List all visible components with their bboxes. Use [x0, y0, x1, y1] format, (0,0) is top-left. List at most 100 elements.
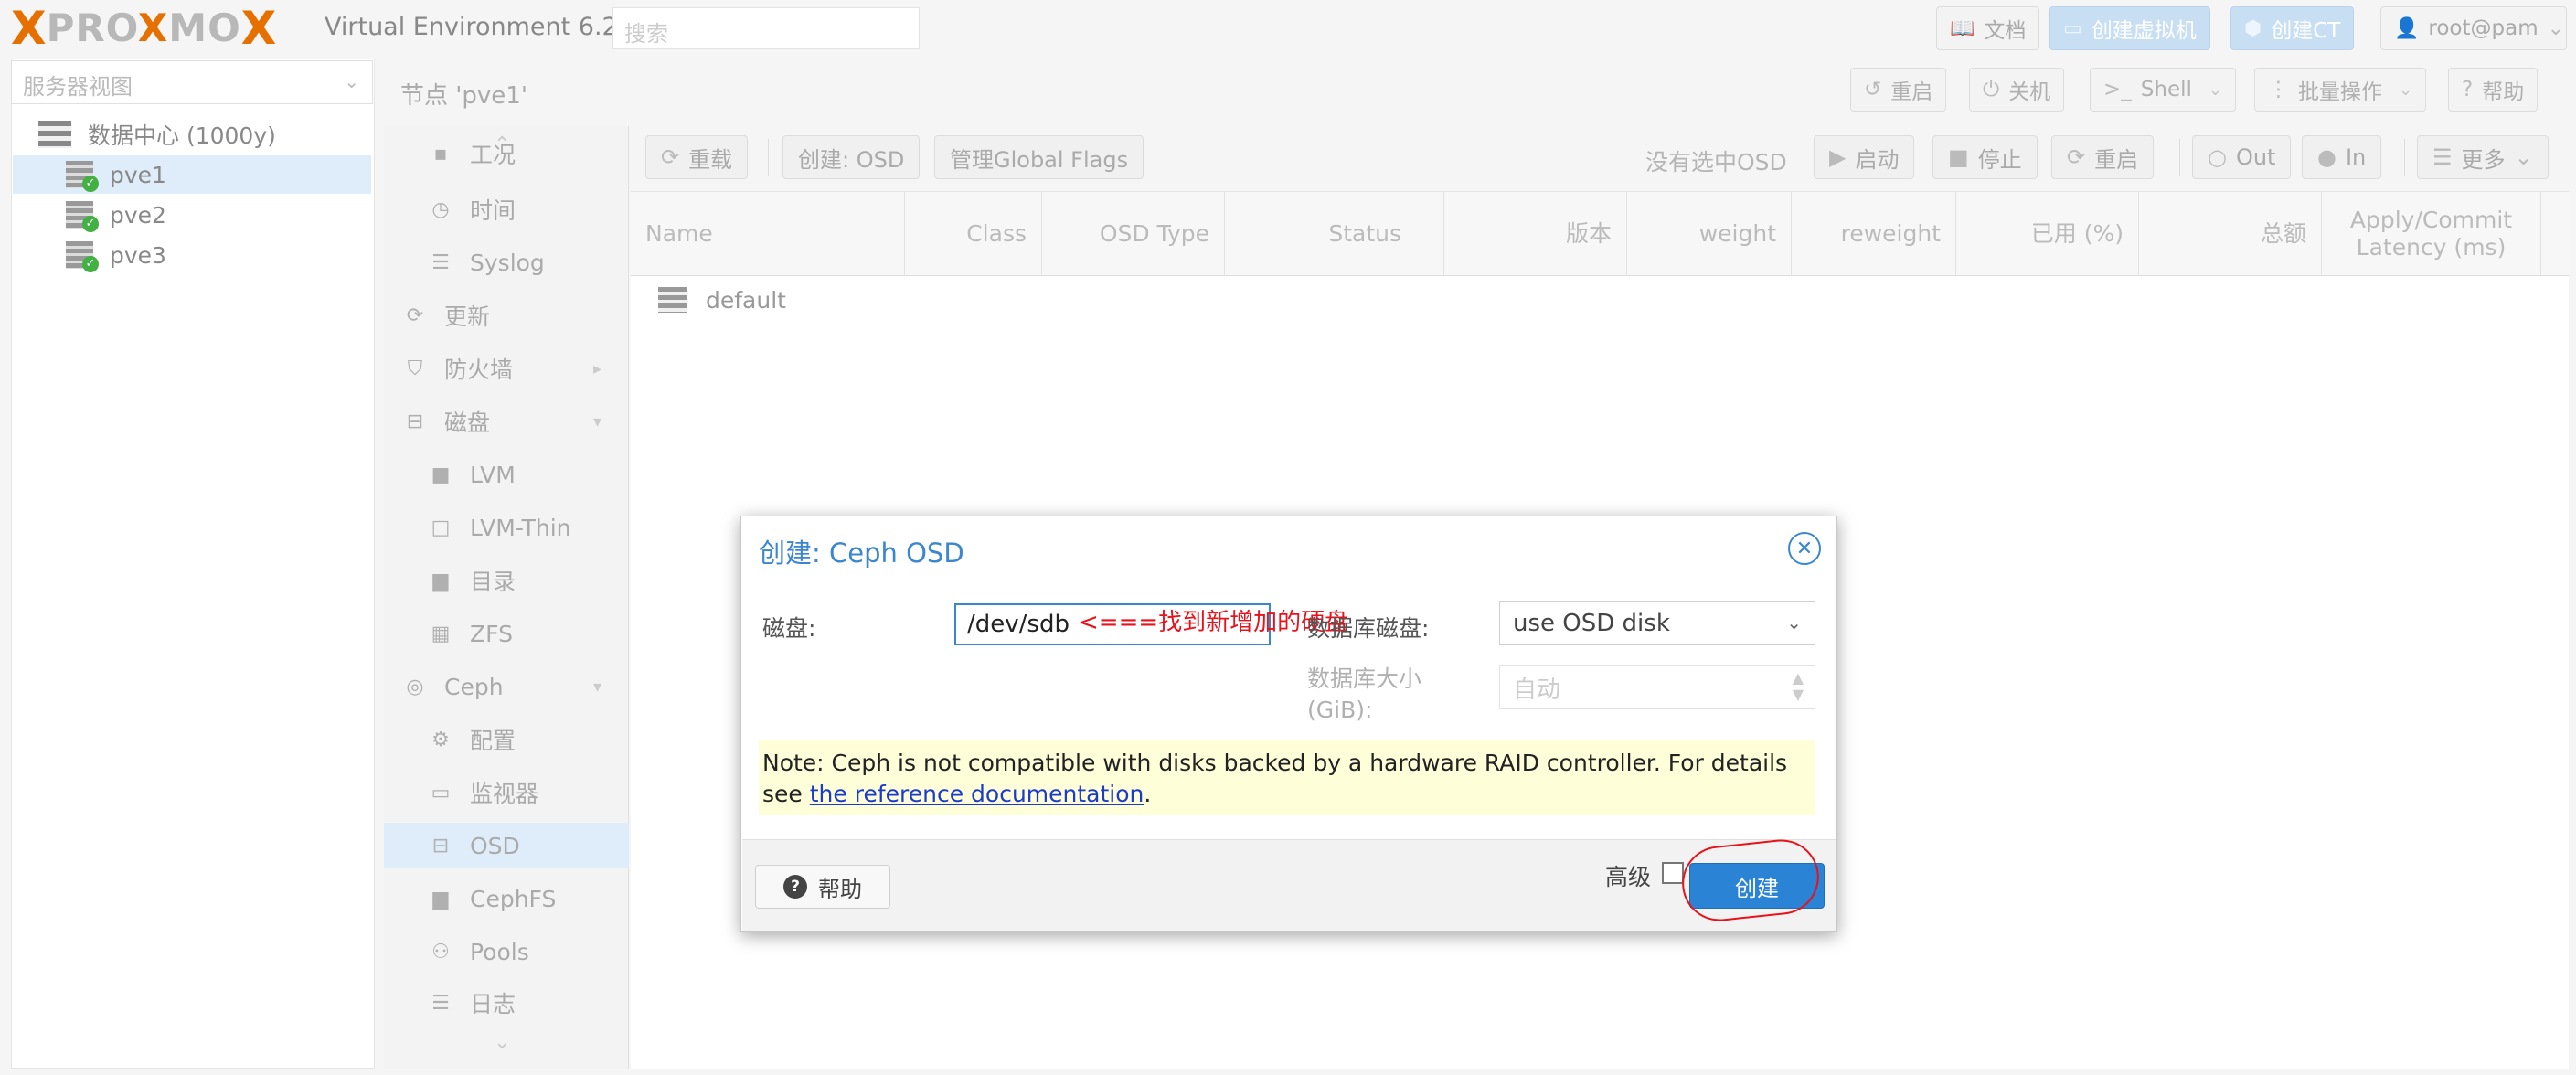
hdd-icon: ⊟: [406, 410, 424, 433]
nav-item-syslog[interactable]: ☰ Syslog: [384, 239, 629, 285]
server-online-icon: ✓: [66, 161, 99, 192]
column-header-name[interactable]: Name: [631, 192, 905, 276]
chevron-down-icon: ⌄: [1786, 612, 1802, 633]
tree-datacenter[interactable]: 数据中心 (1000y): [13, 115, 371, 154]
nav-item-lvm-thin[interactable]: □ LVM-Thin: [384, 505, 629, 550]
clock-icon: ◷: [431, 197, 450, 221]
column-header-weight[interactable]: weight: [1627, 192, 1792, 276]
spinner-arrows-icon[interactable]: ▲ ▼: [1793, 670, 1804, 703]
chevron-down-icon: ⌄: [2399, 80, 2413, 100]
nav-item-disks[interactable]: ⊟ 磁盘 ▾: [384, 399, 629, 444]
square-icon: ■: [431, 463, 451, 486]
help-button[interactable]: ? 帮助: [2448, 68, 2539, 112]
reference-doc-link[interactable]: the reference documentation: [810, 781, 1144, 807]
view-selector[interactable]: 服务器视图 ⌄: [11, 60, 373, 104]
in-button[interactable]: ● In: [2302, 135, 2382, 179]
nav-item-firewall[interactable]: ⛉ 防火墙 ▸: [384, 346, 629, 391]
sitemap-icon: ⚇: [431, 940, 450, 963]
refresh-icon: ⟳: [406, 303, 424, 327]
search-input[interactable]: 搜索: [612, 7, 920, 49]
ceph-icon: ◎: [406, 675, 424, 698]
square-outline-icon: □: [431, 516, 451, 539]
shutdown-button[interactable]: ⏻ 关机: [1969, 68, 2065, 112]
tree-node-pve3[interactable]: ✓ pve3: [13, 236, 371, 274]
raid-warning-note: Note: Ceph is not compatible with disks …: [759, 740, 1815, 815]
column-header-latency[interactable]: Apply/Commit Latency (ms): [2322, 192, 2541, 276]
more-button[interactable]: ☰ 更多 ⌄: [2417, 135, 2549, 179]
db-disk-select[interactable]: use OSD disk ⌄: [1499, 601, 1815, 645]
scroll-down-icon[interactable]: ⌄: [494, 1031, 510, 1054]
dialog-footer: [742, 839, 1836, 931]
db-size-spinner[interactable]: 自动 ▲ ▼: [1499, 665, 1815, 709]
chevron-down-icon: ⌄: [344, 70, 359, 92]
advanced-label: 高级: [1605, 864, 1652, 890]
nav-item-directory[interactable]: ▆ 目录: [384, 558, 629, 603]
shell-button[interactable]: >_ Shell ⌄: [2090, 68, 2236, 112]
nav-item-zfs[interactable]: ▦ ZFS: [384, 611, 629, 656]
shield-icon: ⛉: [407, 357, 423, 380]
nav-item-config[interactable]: ⚙ 配置: [384, 717, 629, 762]
chevron-down-icon: ⌄: [2208, 80, 2222, 100]
circle-icon: ●: [2317, 144, 2336, 170]
nav-item-monitor[interactable]: ▭ 监视器: [384, 770, 629, 815]
chevron-down-icon: ⌄: [2514, 144, 2533, 170]
tree-node-pve1[interactable]: ✓ pve1: [13, 155, 371, 194]
bulk-actions-button[interactable]: ⋮ 批量操作 ⌄: [2254, 68, 2427, 112]
global-flags-button[interactable]: 管理Global Flags: [934, 135, 1144, 179]
close-icon[interactable]: ✕: [1788, 532, 1821, 565]
column-header-status[interactable]: Status: [1225, 192, 1444, 276]
logo-x: X: [11, 2, 47, 55]
advanced-checkbox[interactable]: [1662, 862, 1684, 884]
nav-item-ceph[interactable]: ◎ Ceph ▾: [384, 664, 629, 709]
datacenter-icon: [38, 121, 71, 148]
nav-item-log[interactable]: ☰ 日志: [384, 980, 629, 1026]
start-button[interactable]: ▶ 启动: [1814, 135, 1915, 179]
restart-button[interactable]: ⟳ 重启: [2051, 135, 2155, 179]
server-online-icon: ✓: [66, 201, 99, 232]
desktop-icon: ▭: [2063, 16, 2082, 40]
no-selection-label: 没有选中OSD: [1645, 149, 1787, 176]
desktop-icon: ▭: [431, 781, 451, 804]
folder-icon: ▆: [432, 569, 449, 592]
tree-node-pve2[interactable]: ✓ pve2: [13, 196, 371, 234]
table-row[interactable]: default: [658, 282, 786, 318]
create-osd-button[interactable]: 创建: OSD: [782, 135, 921, 179]
nav-item-pools[interactable]: ⚇ Pools: [384, 929, 629, 974]
terminal-icon: >_: [2103, 78, 2132, 101]
column-header-reweight[interactable]: reweight: [1792, 192, 1956, 276]
chevron-down-icon: ▾: [592, 411, 601, 431]
refresh-icon: ⟳: [2067, 144, 2086, 170]
column-header-class[interactable]: Class: [905, 192, 1042, 276]
reload-button[interactable]: ⟳ 重载: [645, 135, 749, 179]
dialog-help-button[interactable]: ? 帮助: [755, 865, 890, 909]
docs-button[interactable]: 📖 文档: [1936, 6, 2040, 50]
column-header-osd-type[interactable]: OSD Type: [1042, 192, 1225, 276]
column-header-used[interactable]: 已用 (%): [1956, 192, 2139, 276]
stop-button[interactable]: ■ 停止: [1932, 135, 2038, 179]
nav-item-osd[interactable]: ⊟ OSD: [384, 823, 629, 868]
chevron-down-icon: ⌄: [2547, 16, 2565, 40]
toolbar-separator: [768, 139, 769, 176]
reboot-button[interactable]: ↺ 重启: [1850, 68, 1947, 112]
user-menu-button[interactable]: 👤 root@pam ⌄: [2380, 6, 2567, 50]
nav-item-cephfs[interactable]: ▆ CephFS: [384, 876, 629, 921]
hdd-icon: ⊟: [431, 834, 450, 857]
nav-item-lvm[interactable]: ■ LVM: [384, 452, 629, 497]
question-icon: ?: [783, 875, 807, 899]
nav-item-updates[interactable]: ⟳ 更新: [384, 293, 629, 338]
play-icon: ▶: [1829, 144, 1847, 170]
circle-outline-icon: ○: [2208, 144, 2227, 170]
question-icon: ?: [2462, 78, 2474, 101]
column-header-total[interactable]: 总额: [2139, 192, 2322, 276]
disk-label: 磁盘:: [762, 615, 816, 642]
undo-icon: ↺: [1864, 78, 1882, 101]
chevron-right-icon: ▸: [592, 358, 601, 378]
out-button[interactable]: ○ Out: [2192, 135, 2292, 179]
nav-item-time[interactable]: ◷ 时间: [384, 186, 629, 232]
logo-wordmark: PROXMO: [46, 5, 241, 50]
nav-item-partial[interactable]: ▪ 工况: [384, 139, 629, 168]
create-vm-button[interactable]: ▭ 创建虚拟机: [2049, 6, 2210, 50]
proxmox-logo[interactable]: X PROXMO X: [11, 4, 276, 53]
column-header-version[interactable]: 版本: [1444, 192, 1627, 276]
create-ct-button[interactable]: ⬢ 创建CT: [2230, 6, 2355, 50]
